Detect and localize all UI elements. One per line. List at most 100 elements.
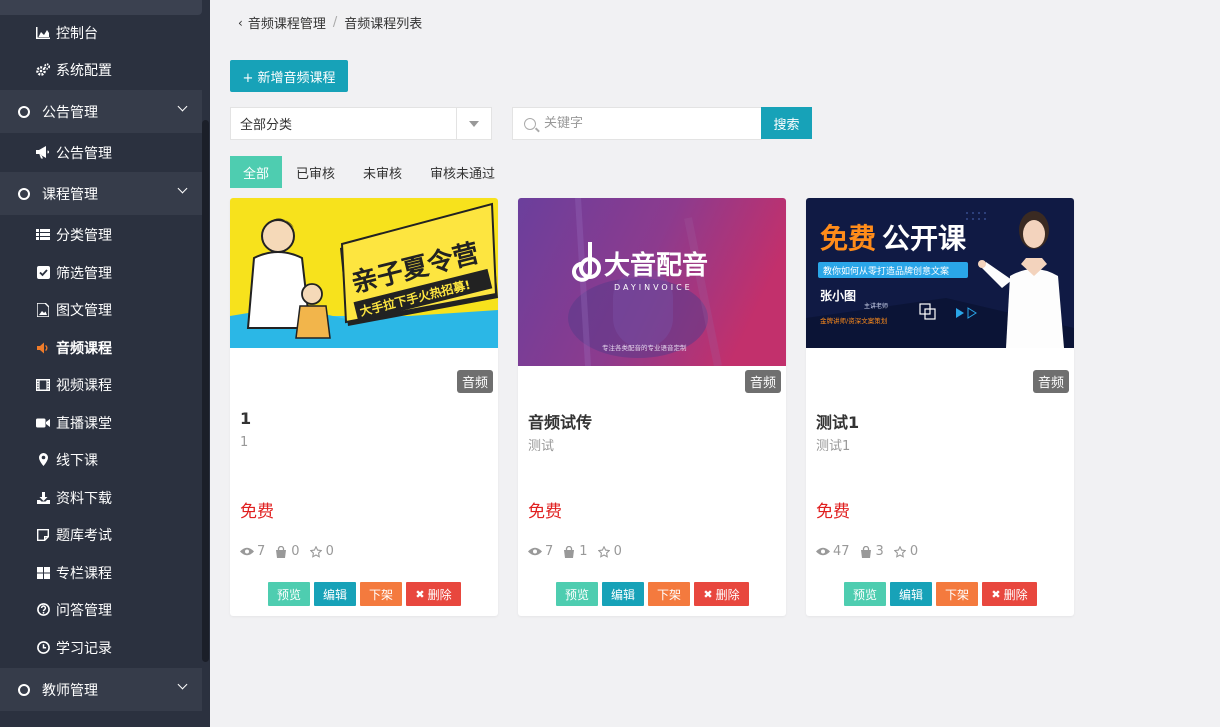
course-thumbnail[interactable]: 大音配音 DAYINVOICE 专注各类配音的专业语音定制 <box>518 198 786 366</box>
sidebar-item-label: 专栏课程 <box>56 565 112 582</box>
sidebar-top-strip <box>0 0 202 15</box>
breadcrumb-current: 音频课程列表 <box>344 17 423 32</box>
clock-icon <box>36 641 50 655</box>
sidebar-item-partial[interactable] <box>0 715 202 727</box>
check-square-icon <box>36 266 50 280</box>
sidebar-item-label: 直播课堂 <box>56 415 112 432</box>
sidebar-item-filter[interactable]: 筛选管理 <box>0 254 202 291</box>
course-title[interactable]: 测试1 <box>816 409 859 433</box>
sidebar-group-teacher[interactable]: 教师管理 <box>0 668 202 711</box>
course-price: 免费 <box>240 502 274 522</box>
area-chart-icon <box>36 26 50 40</box>
chevron-down-icon <box>177 101 188 112</box>
course-card: 亲子夏令营 大手拉下手火热招募! 音频 1 1 免费 7 0 0 预览 编辑 下… <box>230 198 498 616</box>
tab-all[interactable]: 全部 <box>230 156 283 188</box>
sidebar-item-label: 图文管理 <box>56 302 112 319</box>
sidebar-item-article[interactable]: 图文管理 <box>0 291 202 328</box>
ring-icon <box>18 105 30 118</box>
thumb-role: 主讲老师 <box>864 302 888 310</box>
thumb-desc: 金牌讲师/资深文案策划 <box>820 316 887 325</box>
media-type-badge: 音频 <box>744 370 781 393</box>
thumb-heading-free: 免费 <box>820 222 876 255</box>
chevron-left-icon[interactable]: ‹ <box>238 16 243 30</box>
delete-button[interactable]: ✖ 删除 <box>982 582 1037 606</box>
category-select[interactable]: 全部分类 <box>230 107 492 140</box>
view-count: 47 <box>816 544 850 559</box>
delete-button[interactable]: ✖ 删除 <box>694 582 749 606</box>
select-caret-box[interactable] <box>456 108 491 139</box>
course-price: 免费 <box>528 502 562 522</box>
buyer-count: 3 <box>859 544 884 559</box>
sidebar-item-announcement[interactable]: 公告管理 <box>0 134 202 171</box>
sidebar-item-label: 系统配置 <box>56 62 112 79</box>
sidebar-item-column[interactable]: 专栏课程 <box>0 554 202 591</box>
eye-icon <box>240 546 254 558</box>
search-input[interactable] <box>544 116 744 131</box>
media-type-badge: 音频 <box>456 370 493 393</box>
sidebar-item-qa[interactable]: 问答管理 <box>0 591 202 628</box>
sidebar-item-live[interactable]: 直播课堂 <box>0 404 202 441</box>
close-icon: ✖ <box>703 587 713 601</box>
list-icon <box>36 228 50 242</box>
course-thumbnail[interactable]: 免费 公开课 教你如何从零打造品牌创意文案 张小图 主讲老师 金牌讲师/资深文案… <box>806 198 1074 348</box>
sidebar-item-exam[interactable]: 题库考试 <box>0 516 202 553</box>
star-count-value: 0 <box>909 544 919 559</box>
sidebar-item-system-config[interactable]: 系统配置 <box>0 51 202 88</box>
cogs-icon <box>36 62 50 77</box>
preview-button[interactable]: 预览 <box>556 582 598 606</box>
sidebar-item-label: 线下课 <box>56 452 98 469</box>
media-type-badge: 音频 <box>1032 370 1069 393</box>
tab-approved[interactable]: 已审核 <box>282 156 349 188</box>
view-count-value: 7 <box>545 544 554 559</box>
sidebar-group-label: 教师管理 <box>42 682 98 699</box>
sidebar-item-label: 视频课程 <box>56 377 112 394</box>
sidebar-group-announcement[interactable]: 公告管理 <box>0 90 202 133</box>
course-subtitle: 1 <box>240 435 249 450</box>
edit-button[interactable]: 编辑 <box>890 582 932 606</box>
caret-down-icon <box>469 120 479 127</box>
sidebar-group-course[interactable]: 课程管理 <box>0 172 202 215</box>
thumb-heading-course: 公开课 <box>882 222 967 255</box>
course-thumbnail[interactable]: 亲子夏令营 大手拉下手火热招募! <box>230 198 498 348</box>
delete-button[interactable]: ✖ 删除 <box>406 582 461 606</box>
sidebar-item-video-course[interactable]: 视频课程 <box>0 366 202 403</box>
sidebar-item-dashboard[interactable]: 控制台 <box>0 14 202 51</box>
sidebar-item-offline[interactable]: 线下课 <box>0 441 202 478</box>
unpublish-button[interactable]: 下架 <box>936 582 978 606</box>
breadcrumb: ‹ 音频课程管理 / 音频课程列表 <box>238 13 422 32</box>
sidebar-item-audio-course[interactable]: 音频课程 <box>0 329 202 366</box>
sidebar-scrollbar[interactable] <box>202 120 209 662</box>
sidebar-item-category[interactable]: 分类管理 <box>0 216 202 253</box>
tab-pending[interactable]: 未审核 <box>349 156 416 188</box>
course-title[interactable]: 音频试传 <box>528 409 592 433</box>
view-count-value: 47 <box>833 544 850 559</box>
star-icon <box>893 545 907 558</box>
breadcrumb-parent[interactable]: 音频课程管理 <box>248 13 326 32</box>
ring-icon <box>18 187 30 200</box>
sidebar-item-label: 筛选管理 <box>56 265 112 282</box>
edit-button[interactable]: 编辑 <box>602 582 644 606</box>
preview-button[interactable]: 预览 <box>268 582 310 606</box>
sidebar-item-label: 控制台 <box>56 25 98 42</box>
delete-label: 删除 <box>427 587 452 602</box>
buyer-count: 0 <box>274 544 300 559</box>
unpublish-button[interactable]: 下架 <box>360 582 402 606</box>
card-actions: 预览 编辑 下架 ✖ 删除 <box>844 582 1041 606</box>
ring-icon <box>18 683 30 696</box>
sidebar-item-study-record[interactable]: 学习记录 <box>0 629 202 666</box>
sidebar-item-label: 问答管理 <box>56 602 112 619</box>
sticky-note-icon <box>36 528 50 542</box>
preview-button[interactable]: 预览 <box>844 582 886 606</box>
sidebar-item-download[interactable]: 资料下载 <box>0 479 202 516</box>
star-icon <box>309 545 323 558</box>
buyer-count: 1 <box>562 544 588 559</box>
course-card: 大音配音 DAYINVOICE 专注各类配音的专业语音定制 音频 音频试传 测试… <box>518 198 786 616</box>
star-count-value: 0 <box>613 544 622 559</box>
search-button[interactable]: 搜索 <box>761 107 812 139</box>
unpublish-button[interactable]: 下架 <box>648 582 690 606</box>
tab-rejected[interactable]: 审核未通过 <box>416 156 509 188</box>
image-file-icon <box>36 302 50 317</box>
add-audio-course-button[interactable]: + 新增音频课程 <box>230 60 348 92</box>
course-title[interactable]: 1 <box>240 409 251 428</box>
edit-button[interactable]: 编辑 <box>314 582 356 606</box>
